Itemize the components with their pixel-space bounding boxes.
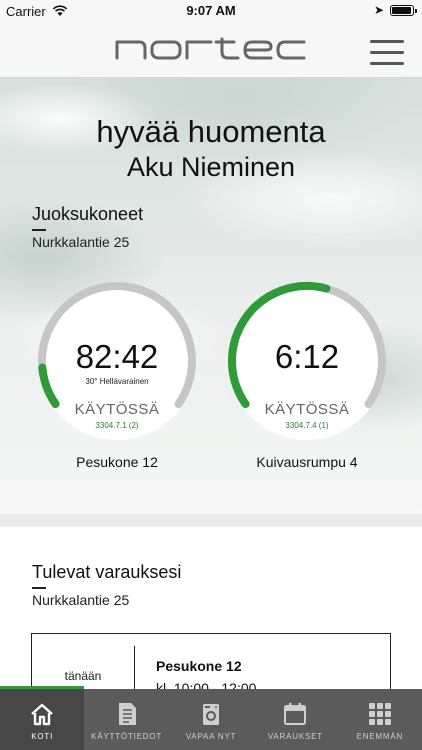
time-remaining: 6:12 (274, 338, 340, 375)
battery-icon (390, 5, 417, 16)
tab-label: KOTI (31, 732, 54, 741)
greeting-text: hyvää huomenta (96, 114, 326, 149)
reservations-card: Tulevat varauksesi Nurkkalantie 25 tänää… (0, 527, 422, 706)
tab-enemman[interactable]: ENEMMÄN (338, 689, 422, 750)
section-divider (32, 229, 46, 231)
nortec-logo (114, 36, 306, 67)
active-tab-indicator (0, 686, 84, 689)
tab-vapaa-nyt[interactable]: VAPAA NYT (169, 689, 253, 750)
machine-card-washer[interactable]: 82:42 30° Hellävarainen KÄYTÖSSÄ 3304.7.… (32, 276, 202, 446)
reservation-machine: Pesukone 12 (156, 658, 242, 674)
program-label: 30° Hellävarainen (85, 377, 149, 386)
tab-koti[interactable]: KOTI (0, 689, 85, 750)
location-arrow-icon: ➤ (373, 3, 384, 17)
tab-label: VARAUKSET (267, 732, 323, 741)
user-name: Aku Nieminen (126, 152, 296, 182)
washing-machine-icon (198, 701, 224, 727)
machine-name: Kuivausrumpu 4 (256, 454, 358, 470)
status-time: 9:07 AM (186, 3, 236, 18)
machine-code: 3304.7.4 (1) (285, 421, 329, 430)
machines-section-title: Juoksukoneet (32, 204, 144, 224)
machine-code: 3304.7.1 (2) (95, 421, 139, 430)
hamburger-menu-icon[interactable] (370, 38, 404, 66)
hero-background: hyvää huomenta Aku Nieminen Juoksukoneet… (0, 78, 422, 514)
tab-kayttotiedot[interactable]: KÄYTTÖTIEDOT (84, 689, 168, 750)
status-bar: Carrier 9:07 AM ➤ (0, 0, 422, 22)
document-icon (114, 701, 140, 727)
grid-icon (367, 701, 393, 727)
reservation-day: tänään (64, 669, 102, 683)
tab-label: VAPAA NYT (185, 732, 237, 741)
app-header (0, 22, 422, 78)
reservations-title: Tulevat varauksesi (32, 562, 182, 582)
status-label: KÄYTÖSSÄ (264, 401, 350, 418)
machines-section-address: Nurkkalantie 25 (32, 234, 130, 250)
reservations-address: Nurkkalantie 25 (32, 592, 130, 608)
bottom-tab-bar: KOTI KÄYTTÖTIEDOT VAPAA NYT VARAUKSET EN… (0, 689, 422, 750)
tab-varaukset[interactable]: VARAUKSET (253, 689, 337, 750)
time-remaining: 82:42 (75, 338, 159, 375)
machine-card-dryer[interactable]: 6:12 KÄYTÖSSÄ 3304.7.4 (1) (222, 276, 392, 446)
tab-label: KÄYTTÖTIEDOT (91, 732, 163, 741)
home-icon (29, 701, 55, 727)
machine-name: Pesukone 12 (76, 454, 158, 470)
section-divider (32, 587, 46, 589)
calendar-icon (282, 701, 308, 727)
tab-label: ENEMMÄN (356, 732, 404, 741)
status-label: KÄYTÖSSÄ (74, 401, 160, 418)
